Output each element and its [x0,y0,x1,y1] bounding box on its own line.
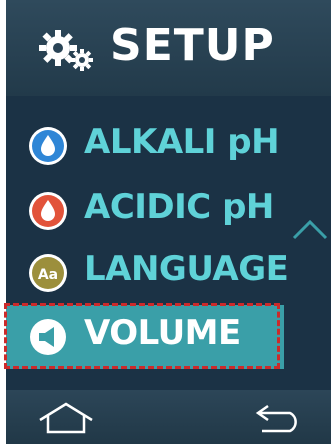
language-aa-icon: Aa [29,254,67,292]
menu-item-label: ALKALI pH [84,122,280,162]
menu-item-volume[interactable]: VOLUME [6,305,284,369]
back-icon[interactable] [250,402,304,434]
setup-header: SETUP [6,0,331,96]
menu-item-label: LANGUAGE [84,249,289,289]
page-title: SETUP [110,20,275,71]
menu-item-label: ACIDIC pH [84,187,274,227]
home-icon[interactable] [34,400,98,436]
setup-menu-list: ALKALI pH ACIDIC pH Aa LANGUAGE VOLUME [6,96,331,444]
menu-item-acidic-ph[interactable]: ACIDIC pH [6,179,284,243]
menu-item-language[interactable]: Aa LANGUAGE [6,241,289,305]
language-icon-text: Aa [38,267,58,283]
speaker-icon [30,319,66,355]
device-screen: SETUP ALKALI pH ACIDIC pH Aa LANGUAGE VO… [0,0,331,444]
red-water-drop-icon [29,192,67,230]
gears-icon [39,30,93,71]
menu-item-label: VOLUME [84,313,241,353]
menu-item-alkali-ph[interactable]: ALKALI pH [6,114,284,178]
blue-water-drop-icon [29,127,67,165]
chevron-up-icon[interactable] [288,214,331,246]
bottom-nav-bar [6,390,331,444]
